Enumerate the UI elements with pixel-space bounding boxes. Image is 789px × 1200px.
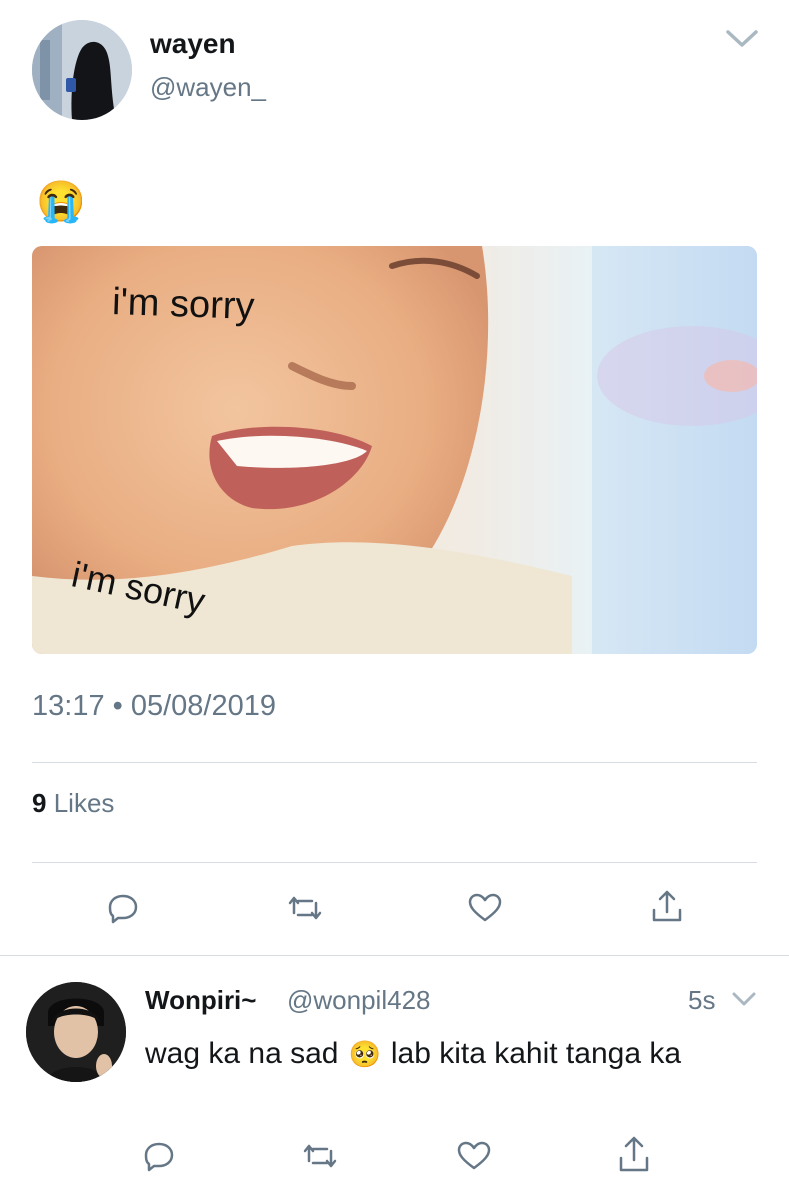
reply-text-before: wag ka na sad [145,1037,339,1070]
like-icon[interactable] [452,1134,496,1178]
avatar[interactable] [26,982,126,1082]
thread-separator [0,955,789,956]
tweet-media[interactable]: i'm sorry i'm sorry [32,246,757,654]
share-icon[interactable] [645,884,689,928]
retweet-icon[interactable] [283,886,327,930]
display-name[interactable]: wayen [150,28,236,60]
chevron-down-icon[interactable] [730,988,758,1010]
likes-label: Likes [53,788,115,818]
likes-number: 9 [32,788,47,818]
reply-icon[interactable] [101,886,145,930]
reply-timestamp: 5s [688,985,716,1015]
share-icon[interactable] [612,1132,656,1176]
caption-top: i'm sorry [111,281,255,328]
pleading-emoji: 🥺 [348,1039,381,1069]
reply-display-name[interactable]: Wonpiri~ [145,985,256,1016]
reply-handle[interactable]: @wonpil428 [287,985,430,1016]
divider [32,862,757,863]
reply-icon[interactable] [137,1134,181,1178]
tweet-text: 😭 [36,180,86,224]
likes-count[interactable]: 9 Likes [32,788,114,819]
chevron-down-icon[interactable] [724,24,760,52]
divider [32,762,757,763]
retweet-icon[interactable] [298,1134,342,1178]
reply-text-after: lab kita kahit tanga ka [390,1037,682,1070]
timestamp[interactable]: 13:17 • 05/08/2019 [32,690,276,723]
like-icon[interactable] [463,886,507,930]
reply-text: wag ka na sad 🥺 lab kita kahit tanga ka [145,1034,745,1074]
avatar[interactable] [32,20,132,120]
handle[interactable]: @wayen_ [150,72,266,103]
